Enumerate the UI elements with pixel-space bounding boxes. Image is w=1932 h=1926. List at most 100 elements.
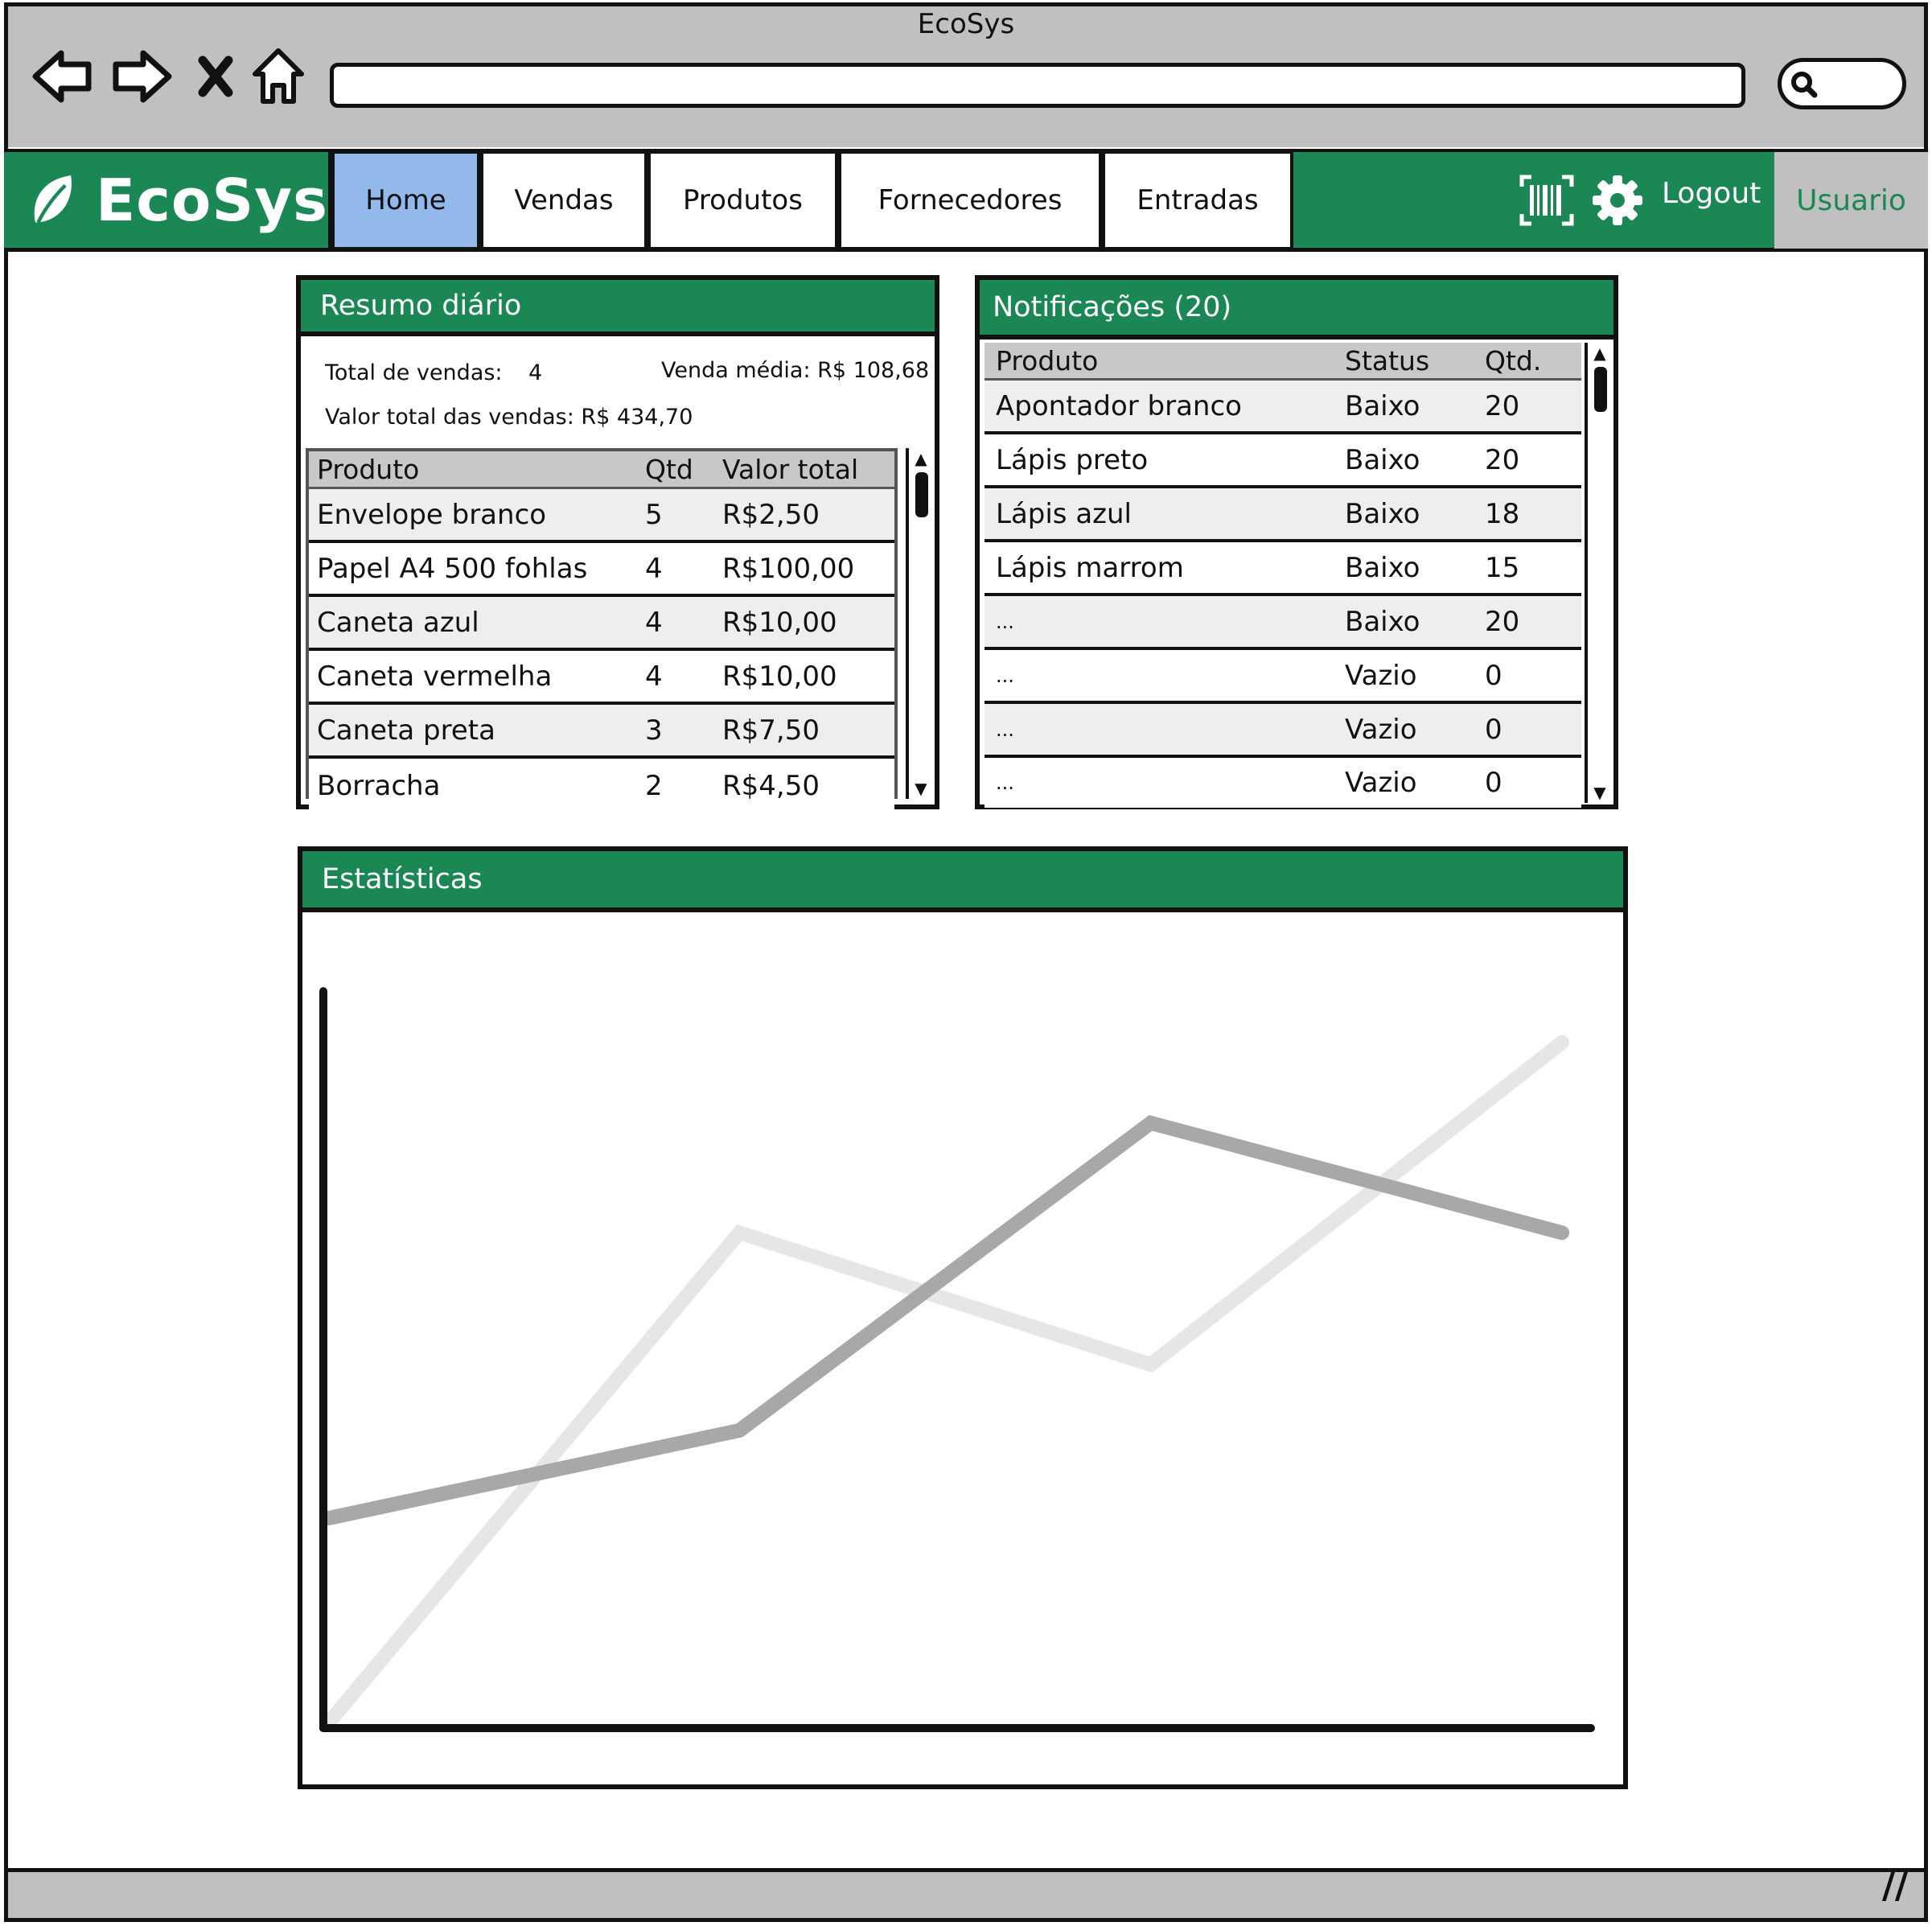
cell-qtd: 4 (645, 552, 663, 585)
tab-vendas[interactable]: Vendas (480, 150, 647, 250)
scroll-thumb[interactable] (915, 472, 928, 517)
tab-label: Vendas (514, 184, 614, 216)
column-header: Produto (317, 453, 420, 485)
resize-grip-icon[interactable]: // (1882, 1866, 1908, 1907)
leaf-icon (34, 175, 72, 224)
table-row[interactable]: Lápis marrom Baixo 15 (984, 542, 1581, 596)
cell-qtd: 18 (1485, 497, 1520, 530)
tab-entradas[interactable]: Entradas (1102, 150, 1293, 250)
resumo-title: Resumo diário (301, 280, 935, 336)
cell-qtd: 15 (1485, 551, 1520, 584)
cell-qtd: 20 (1485, 605, 1520, 638)
logout-link[interactable]: Logout (1662, 177, 1761, 210)
cell-produto: Lápis azul (996, 497, 1132, 530)
tab-produtos[interactable]: Produtos (647, 150, 838, 250)
browser-statusbar: // (4, 1866, 1928, 1922)
cell-valor: R$7,50 (722, 714, 820, 747)
column-header: Status (1345, 344, 1430, 377)
statistics-line-chart (319, 987, 1595, 1732)
cell-status: Baixo (1345, 443, 1420, 476)
table-row[interactable]: Papel A4 500 fohlas 4 R$100,00 (309, 543, 894, 597)
resumo-scrollbar[interactable]: ▲ ▼ (906, 448, 933, 799)
cell-valor: R$10,00 (722, 606, 837, 639)
cell-produto: Apontador branco (996, 389, 1242, 422)
cell-produto: Borracha (317, 769, 441, 802)
stop-icon[interactable] (183, 44, 248, 109)
cell-qtd: 20 (1485, 389, 1520, 422)
cell-produto: Papel A4 500 fohlas (317, 552, 588, 585)
cell-status: Baixo (1345, 389, 1420, 422)
brand-name: EcoSys (96, 167, 328, 234)
search-icon (1791, 72, 1818, 98)
venda-media: Venda média: R$ 108,68 (661, 358, 930, 383)
cell-status: Vazio (1345, 767, 1417, 799)
table-header: Produto Status Qtd. (984, 343, 1581, 381)
table-row[interactable]: ... Vazio 0 (984, 650, 1581, 704)
notificacoes-scrollbar[interactable]: ▲ ▼ (1585, 343, 1612, 803)
notificacoes-title: Notificações (20) (980, 280, 1613, 340)
tab-home[interactable]: Home (331, 150, 480, 250)
cell-valor: R$2,50 (722, 498, 820, 531)
cell-produto: Caneta preta (317, 714, 495, 747)
cell-qtd: 0 (1485, 713, 1502, 746)
cell-produto: Caneta vermelha (317, 660, 553, 693)
table-row[interactable]: Caneta azul 4 R$10,00 (309, 597, 894, 651)
series-line-2 (321, 1114, 1569, 1526)
table-row[interactable]: Apontador branco Baixo 20 (984, 381, 1581, 434)
estatisticas-panel: Estatísticas (298, 846, 1628, 1789)
cell-qtd: 20 (1485, 443, 1520, 476)
cell-produto: Lápis preto (996, 443, 1149, 476)
browser-search-box[interactable] (1778, 58, 1906, 109)
notificacoes-panel: Notificações (20) Produto Status Qtd. Ap… (975, 275, 1618, 809)
cell-qtd: 0 (1485, 767, 1502, 799)
column-header: Produto (996, 344, 1099, 377)
table-row[interactable]: Lápis preto Baixo 20 (984, 434, 1581, 488)
table-row[interactable]: Lápis azul Baixo 18 (984, 488, 1581, 542)
home-icon[interactable] (246, 44, 310, 109)
table-row[interactable]: ... Vazio 0 (984, 758, 1581, 808)
total-vendas-value: 4 (528, 360, 543, 385)
tab-label: Produtos (683, 184, 803, 216)
cell-status: Baixo (1345, 497, 1420, 530)
column-header: Valor total (722, 453, 859, 485)
user-label: Usuario (1796, 183, 1906, 217)
table-row[interactable]: Borracha 2 R$4,50 (309, 759, 894, 813)
cell-qtd: 0 (1485, 659, 1502, 692)
notificacoes-table: Produto Status Qtd. Apontador branco Bai… (984, 343, 1581, 808)
forward-icon[interactable] (109, 44, 174, 109)
gear-icon[interactable] (1588, 171, 1647, 230)
scroll-down-icon[interactable]: ▼ (1588, 782, 1612, 803)
scroll-down-icon[interactable]: ▼ (909, 778, 933, 799)
series-line-1 (321, 1035, 1569, 1731)
table-row[interactable]: Caneta preta 3 R$7,50 (309, 705, 894, 759)
cell-produto: ... (996, 718, 1014, 741)
valor-total-vendas: Valor total das vendas: R$ 434,70 (325, 405, 693, 430)
tab-label: Fornecedores (878, 184, 1063, 216)
tab-fornecedores[interactable]: Fornecedores (838, 150, 1102, 250)
back-icon[interactable] (31, 44, 95, 109)
cell-valor: R$10,00 (722, 660, 837, 693)
column-header: Qtd (645, 453, 693, 485)
cell-produto: Envelope branco (317, 498, 547, 531)
tab-label: Home (365, 184, 446, 216)
address-bar[interactable] (330, 63, 1745, 108)
scroll-up-icon[interactable]: ▲ (909, 448, 933, 469)
cell-status: Vazio (1345, 713, 1417, 746)
column-header: Qtd. (1485, 344, 1542, 377)
table-row[interactable]: Envelope branco 5 R$2,50 (309, 489, 894, 543)
scroll-up-icon[interactable]: ▲ (1588, 343, 1612, 364)
cell-qtd: 5 (645, 498, 663, 531)
table-row[interactable]: ... Vazio 0 (984, 704, 1581, 758)
cell-produto: ... (996, 664, 1014, 687)
cell-status: Baixo (1345, 551, 1420, 584)
cell-status: Baixo (1345, 605, 1420, 638)
user-menu[interactable]: Usuario (1774, 152, 1928, 249)
scroll-thumb[interactable] (1594, 367, 1607, 412)
table-row[interactable]: ... Baixo 20 (984, 596, 1581, 650)
barcode-icon[interactable] (1517, 171, 1576, 230)
brand-logo[interactable]: EcoSys (4, 149, 331, 252)
estatisticas-title: Estatísticas (302, 851, 1623, 912)
table-row[interactable]: Caneta vermelha 4 R$10,00 (309, 651, 894, 705)
cell-status: Vazio (1345, 659, 1417, 692)
cell-valor: R$100,00 (722, 552, 855, 585)
